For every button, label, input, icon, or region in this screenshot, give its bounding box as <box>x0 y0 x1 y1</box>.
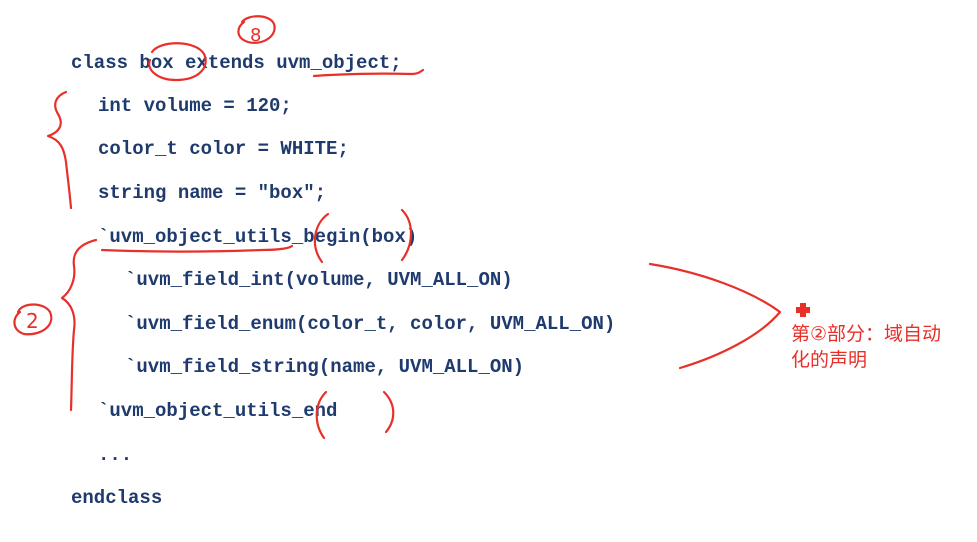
circle-top-glyph: 8 <box>250 25 261 46</box>
code-line-field-int: `uvm_field_int(volume, UVM_ALL_ON) <box>125 269 513 291</box>
brace-fields-mark <box>46 90 73 210</box>
circle-left-glyph: 2 <box>26 309 39 333</box>
brace-macros-mark <box>60 238 98 412</box>
code-line-color: color_t color = WHITE; <box>98 138 349 160</box>
red-bullet-icon <box>796 303 810 317</box>
code-line-field-enum: `uvm_field_enum(color_t, color, UVM_ALL_… <box>125 313 616 335</box>
paren-end-right-mark <box>382 390 395 434</box>
code-line-class-decl: class box extends uvm_object; <box>71 52 402 74</box>
annotation-note-line1: 第②部分：域自动 <box>791 323 942 345</box>
code-line-ellipsis: ... <box>98 444 133 466</box>
code-line-field-string: `uvm_field_string(name, UVM_ALL_ON) <box>125 356 525 378</box>
brace-right-mark <box>648 262 782 370</box>
code-line-utils-end: `uvm_object_utils_end <box>98 400 338 422</box>
code-line-int-volume: int volume = 120; <box>98 95 292 117</box>
circle-top-mark <box>237 15 276 44</box>
code-line-string-name: string name = "box"; <box>98 182 327 204</box>
slide: class box extends uvm_object; int volume… <box>0 0 977 542</box>
code-line-endclass: endclass <box>71 487 163 509</box>
code-line-utils-begin: `uvm_object_utils_begin(box) <box>98 226 418 248</box>
circle-left-mark <box>13 303 53 336</box>
annotation-note-line2: 化的声明 <box>791 349 868 371</box>
annotation-note: 第②部分：域自动 化的声明 <box>791 321 971 373</box>
